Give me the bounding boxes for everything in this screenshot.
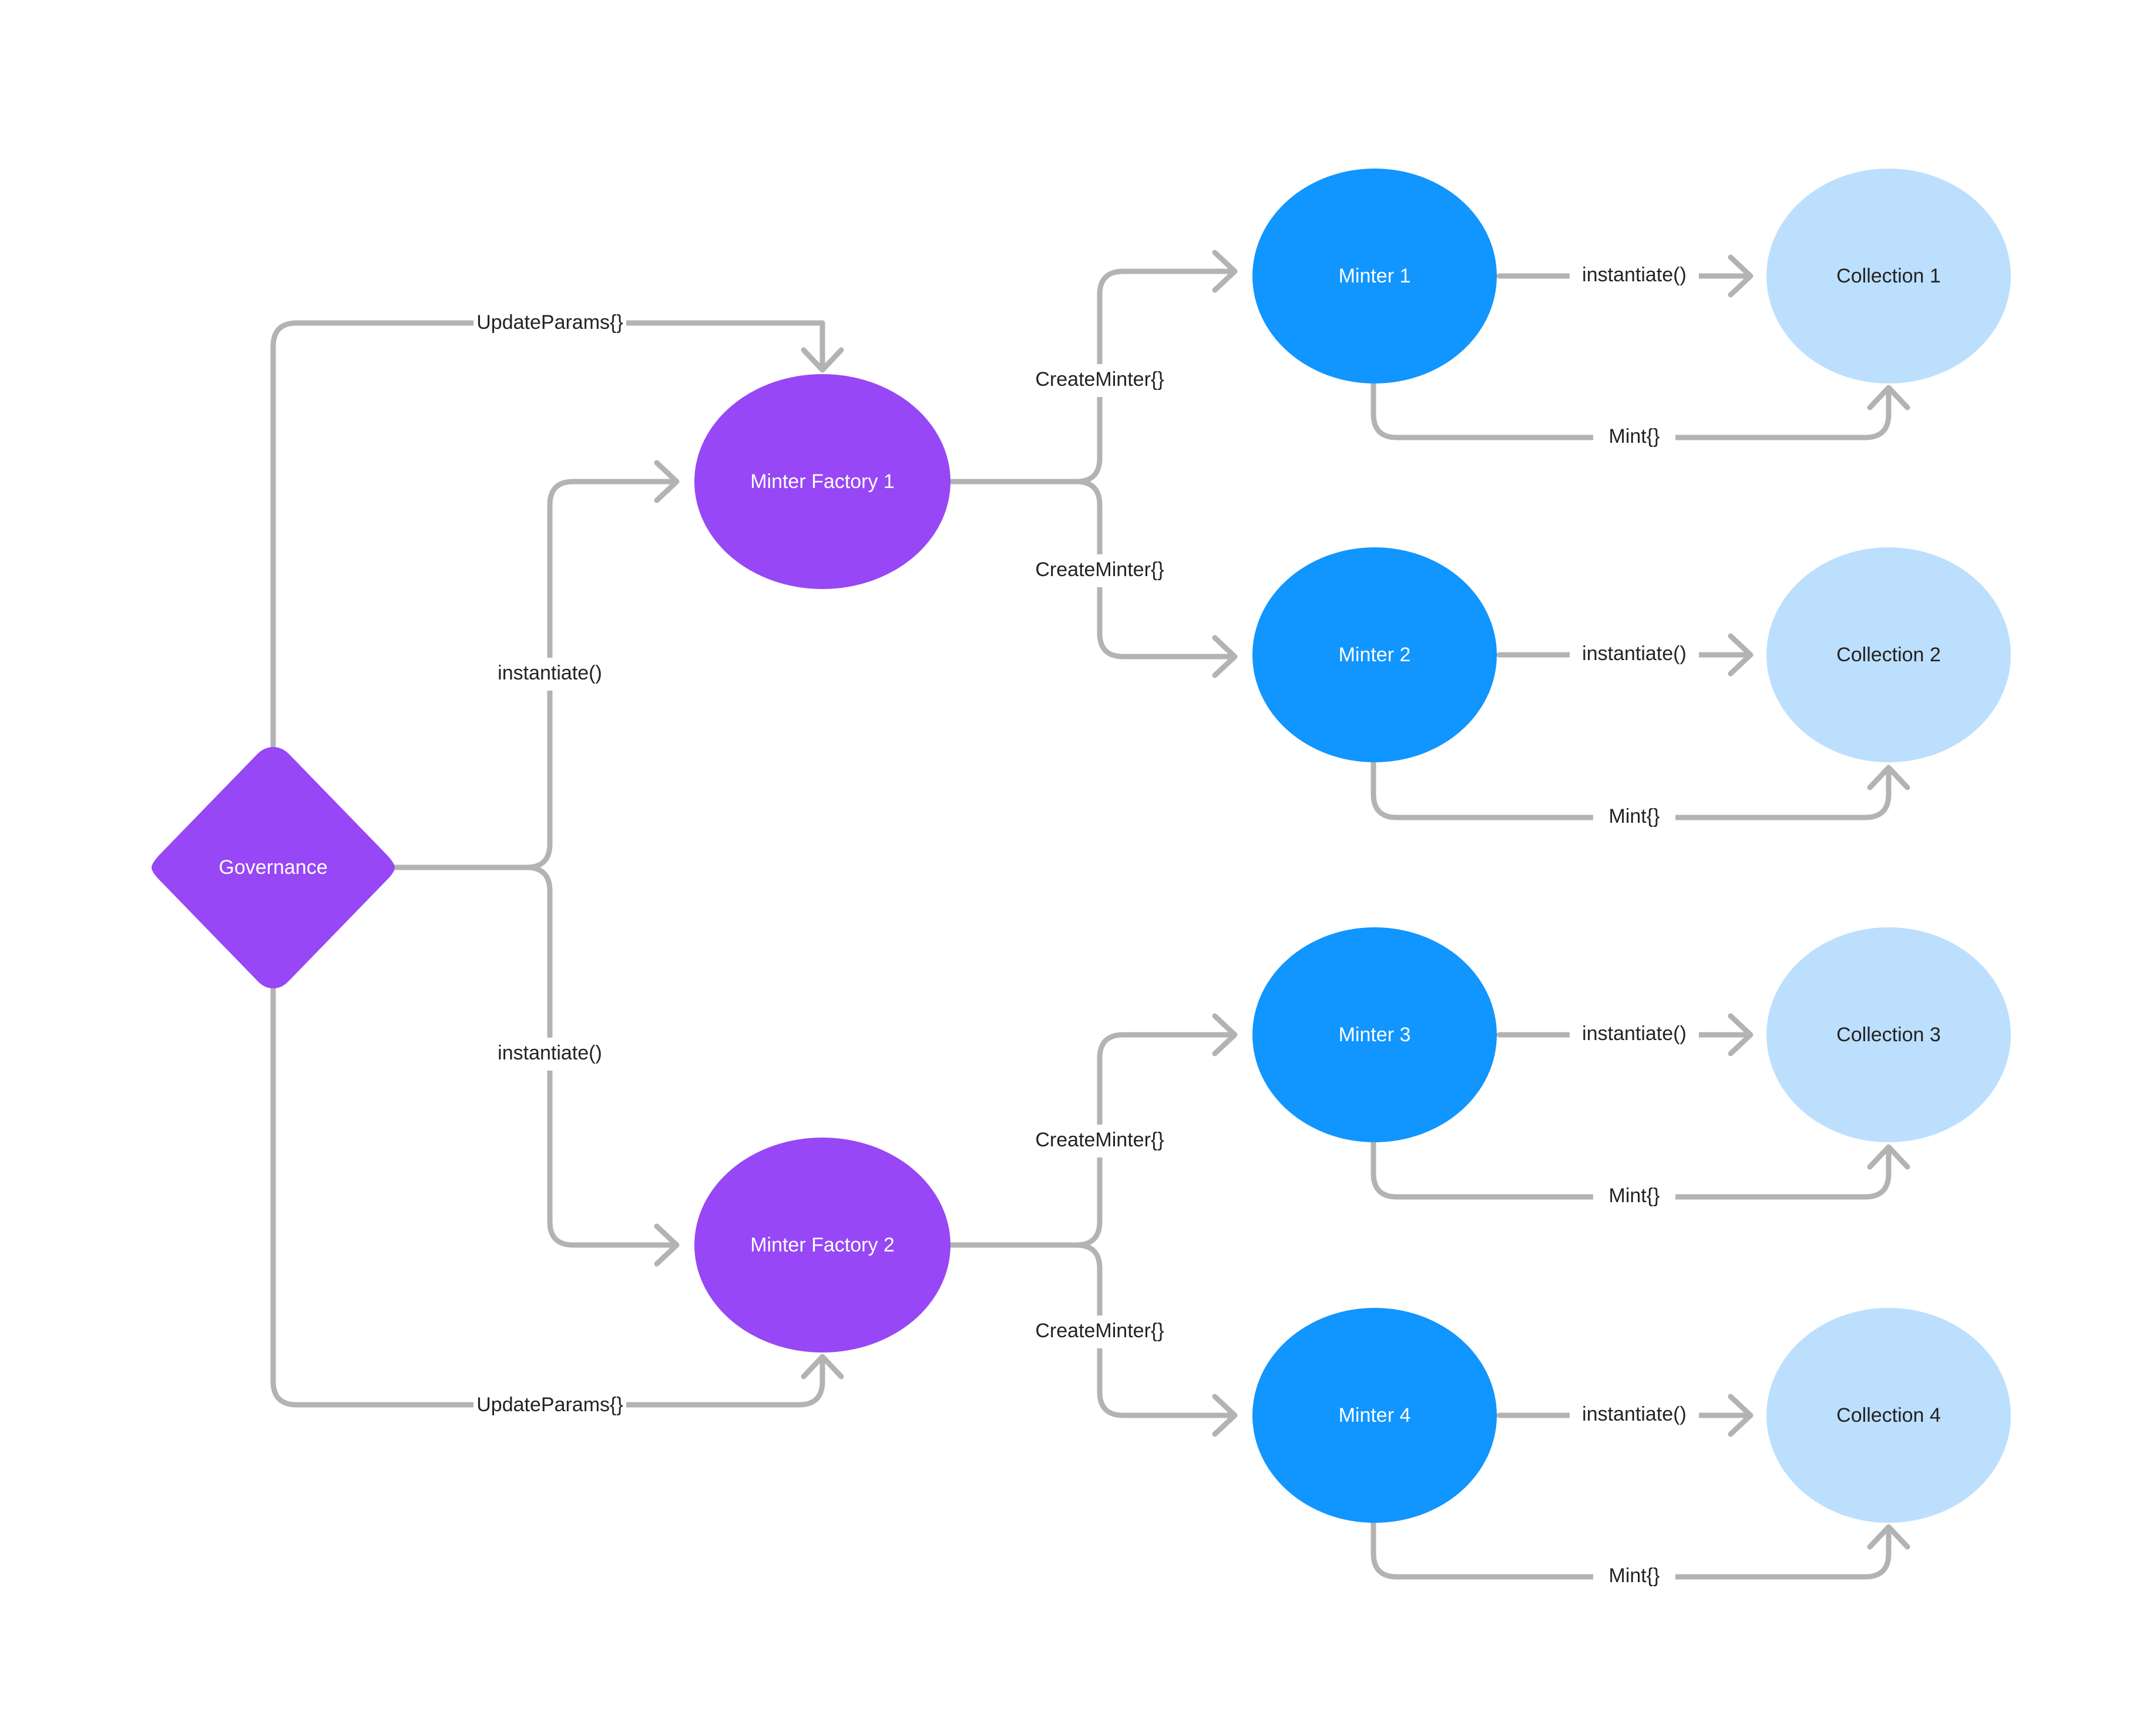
edge-label-mint-1: Mint{} [1609, 425, 1660, 448]
node-collection-3[interactable]: Collection 3 [1766, 927, 2011, 1142]
node-label-minter-2: Minter 2 [1339, 644, 1411, 666]
node-label-minter-1: Minter 1 [1339, 265, 1411, 287]
edge-label-instantiate-c3: instantiate() [1582, 1022, 1687, 1045]
node-label-minter-factory-1: Minter Factory 1 [750, 470, 895, 493]
edge-label-updateparams-bottom: UpdateParams{} [476, 1394, 623, 1416]
edge-label-mint-2: Mint{} [1609, 805, 1660, 827]
node-minter-4[interactable]: Minter 4 [1252, 1308, 1497, 1523]
edge-label-instantiate-c2: instantiate() [1582, 642, 1687, 665]
edge-label-createminter-1: CreateMinter{} [1035, 368, 1164, 391]
node-minter-factory-2[interactable]: Minter Factory 2 [694, 1138, 950, 1353]
node-label-collection-1: Collection 1 [1836, 265, 1941, 287]
edge-label-instantiate-c4: instantiate() [1582, 1403, 1687, 1425]
node-collection-4[interactable]: Collection 4 [1766, 1308, 2011, 1523]
edge-label-instantiate-mf1: instantiate() [498, 662, 602, 684]
node-minter-3[interactable]: Minter 3 [1252, 927, 1497, 1142]
node-label-governance: Governance [219, 856, 327, 879]
node-label-collection-2: Collection 2 [1836, 644, 1941, 666]
edge-label-mint-3: Mint{} [1609, 1185, 1660, 1207]
node-label-collection-4: Collection 4 [1836, 1404, 1941, 1427]
edge-label-createminter-2: CreateMinter{} [1035, 559, 1164, 581]
edge-label-createminter-3: CreateMinter{} [1035, 1129, 1164, 1151]
node-label-collection-3: Collection 3 [1836, 1024, 1941, 1046]
edge-label-createminter-4: CreateMinter{} [1035, 1320, 1164, 1342]
node-minter-2[interactable]: Minter 2 [1252, 547, 1497, 762]
node-collection-1[interactable]: Collection 1 [1766, 169, 2011, 383]
edge-label-mint-4: Mint{} [1609, 1565, 1660, 1587]
edge-label-updateparams-top: UpdateParams{} [476, 311, 623, 334]
diagram-canvas: UpdateParams{} instantiate() instantiate… [0, 0, 2143, 1736]
edge-label-layer: UpdateParams{} instantiate() instantiate… [473, 260, 1699, 1593]
edge-label-instantiate-mf2: instantiate() [498, 1042, 602, 1064]
node-minter-factory-1[interactable]: Minter Factory 1 [694, 374, 950, 589]
node-label-minter-3: Minter 3 [1339, 1024, 1411, 1046]
architecture-diagram: UpdateParams{} instantiate() instantiate… [152, 169, 2011, 1593]
node-governance[interactable]: Governance [152, 747, 395, 988]
node-label-minter-factory-2: Minter Factory 2 [750, 1234, 895, 1256]
node-label-minter-4: Minter 4 [1339, 1404, 1411, 1427]
node-collection-2[interactable]: Collection 2 [1766, 547, 2011, 762]
node-minter-1[interactable]: Minter 1 [1252, 169, 1497, 383]
edge-label-instantiate-c1: instantiate() [1582, 264, 1687, 286]
